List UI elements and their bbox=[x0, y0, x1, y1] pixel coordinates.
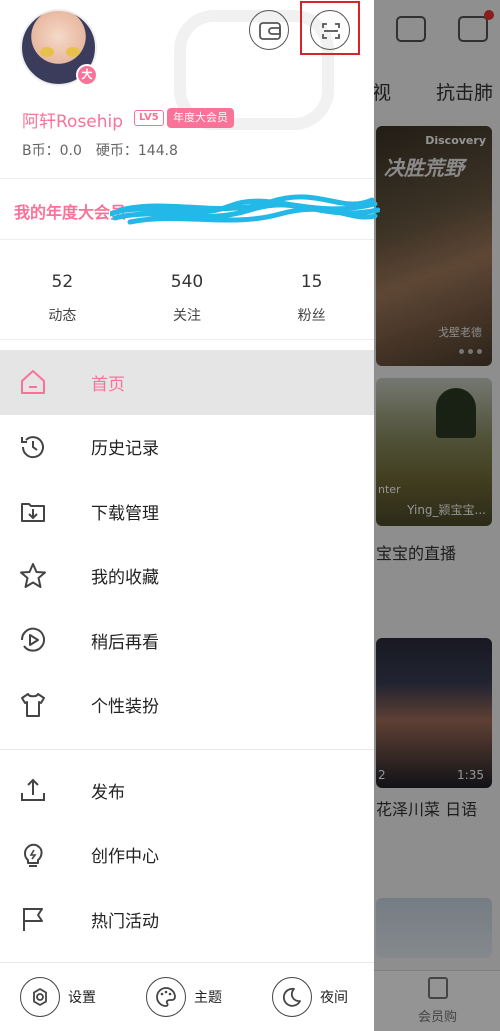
wallet-icon bbox=[259, 22, 281, 40]
drawer-bottom-bar: 设置 主题 夜间 bbox=[0, 962, 374, 1031]
theme-label: 主题 bbox=[194, 990, 222, 1006]
settings-icon bbox=[20, 977, 60, 1017]
stat-value: 15 bbox=[300, 272, 323, 292]
stat-fans[interactable]: 15 粉丝 bbox=[249, 252, 374, 339]
stat-dynamics[interactable]: 52 动态 bbox=[0, 252, 125, 339]
menu-item-label: 下载管理 bbox=[91, 503, 159, 524]
stats-row: 52 动态 540 关注 15 粉丝 bbox=[0, 252, 374, 340]
menu-item-watch-later[interactable]: 稍后再看 bbox=[0, 608, 374, 673]
menu-item-label: 发布 bbox=[91, 782, 125, 803]
flag-icon bbox=[23, 908, 43, 931]
history-icon bbox=[21, 435, 44, 458]
username[interactable]: 阿轩Rosehip bbox=[22, 107, 123, 132]
menu-item-label: 热门活动 bbox=[91, 911, 159, 932]
stat-following[interactable]: 540 关注 bbox=[125, 252, 250, 339]
night-mode-button[interactable]: 夜间 bbox=[272, 977, 348, 1017]
palette-icon bbox=[146, 977, 186, 1017]
menu-item-publish[interactable]: 发布 bbox=[0, 758, 374, 823]
stat-label: 粉丝 bbox=[297, 308, 326, 324]
menu-item-label: 创作中心 bbox=[91, 847, 159, 868]
night-label: 夜间 bbox=[320, 990, 348, 1006]
level-badge: LV5 bbox=[134, 110, 164, 126]
stat-value: 52 bbox=[51, 272, 74, 292]
stat-label: 动态 bbox=[48, 308, 77, 324]
menu-item-label: 稍后再看 bbox=[91, 632, 159, 653]
upload-icon bbox=[21, 778, 45, 801]
menu-item-favorites[interactable]: 我的收藏 bbox=[0, 544, 374, 609]
home-icon bbox=[21, 370, 45, 394]
watch-later-icon bbox=[20, 627, 45, 652]
tshirt-icon bbox=[21, 692, 45, 717]
scan-highlight-box bbox=[300, 1, 360, 55]
menu-item-label: 首页 bbox=[91, 374, 125, 395]
download-icon bbox=[21, 503, 45, 522]
vip-avatar-badge: 大 bbox=[76, 64, 98, 86]
menu-item-label: 个性装扮 bbox=[91, 697, 159, 718]
menu-item-dress-up[interactable]: 个性装扮 bbox=[0, 673, 374, 738]
coin-count: 硬币：144.8 bbox=[95, 143, 178, 159]
menu-item-history[interactable]: 历史记录 bbox=[0, 415, 374, 480]
stat-value: 540 bbox=[170, 272, 204, 292]
menu-divider bbox=[0, 749, 374, 750]
coin-balance: B币：0.0 硬币：144.8 bbox=[22, 140, 192, 160]
menu-item-label: 历史记录 bbox=[91, 439, 159, 460]
menu-item-downloads[interactable]: 下载管理 bbox=[0, 479, 374, 544]
overlay-scrim[interactable] bbox=[374, 0, 500, 1031]
settings-label: 设置 bbox=[68, 990, 96, 1006]
drawer-header: 大 阿轩Rosehip LV5 年度大会员 B币：0.0 硬币：144.8 bbox=[0, 0, 374, 178]
b-coin: B币：0.0 bbox=[22, 143, 82, 159]
menu-item-creator-center[interactable]: 创作中心 bbox=[0, 823, 374, 888]
menu-item-label: 我的收藏 bbox=[91, 568, 159, 589]
bulb-icon bbox=[24, 843, 43, 867]
settings-button[interactable]: 设置 bbox=[20, 977, 96, 1017]
stat-label: 关注 bbox=[173, 308, 201, 324]
wallet-button[interactable] bbox=[249, 10, 289, 50]
scribble-redaction bbox=[110, 194, 380, 225]
vip-badge[interactable]: 年度大会员 bbox=[167, 108, 234, 128]
side-drawer: 大 阿轩Rosehip LV5 年度大会员 B币：0.0 硬币：144.8 我的年… bbox=[0, 0, 380, 1031]
theme-button[interactable]: 主题 bbox=[146, 977, 222, 1017]
drawer-menu: 首页 历史记录 下载管理 我的收藏 稍后再看 个性装扮 发布 创作中心 热门活动 bbox=[0, 350, 374, 952]
menu-item-hot-events[interactable]: 热门活动 bbox=[0, 887, 374, 952]
menu-item-home[interactable]: 首页 bbox=[0, 350, 374, 415]
moon-icon bbox=[272, 977, 312, 1017]
star-icon bbox=[20, 562, 46, 588]
